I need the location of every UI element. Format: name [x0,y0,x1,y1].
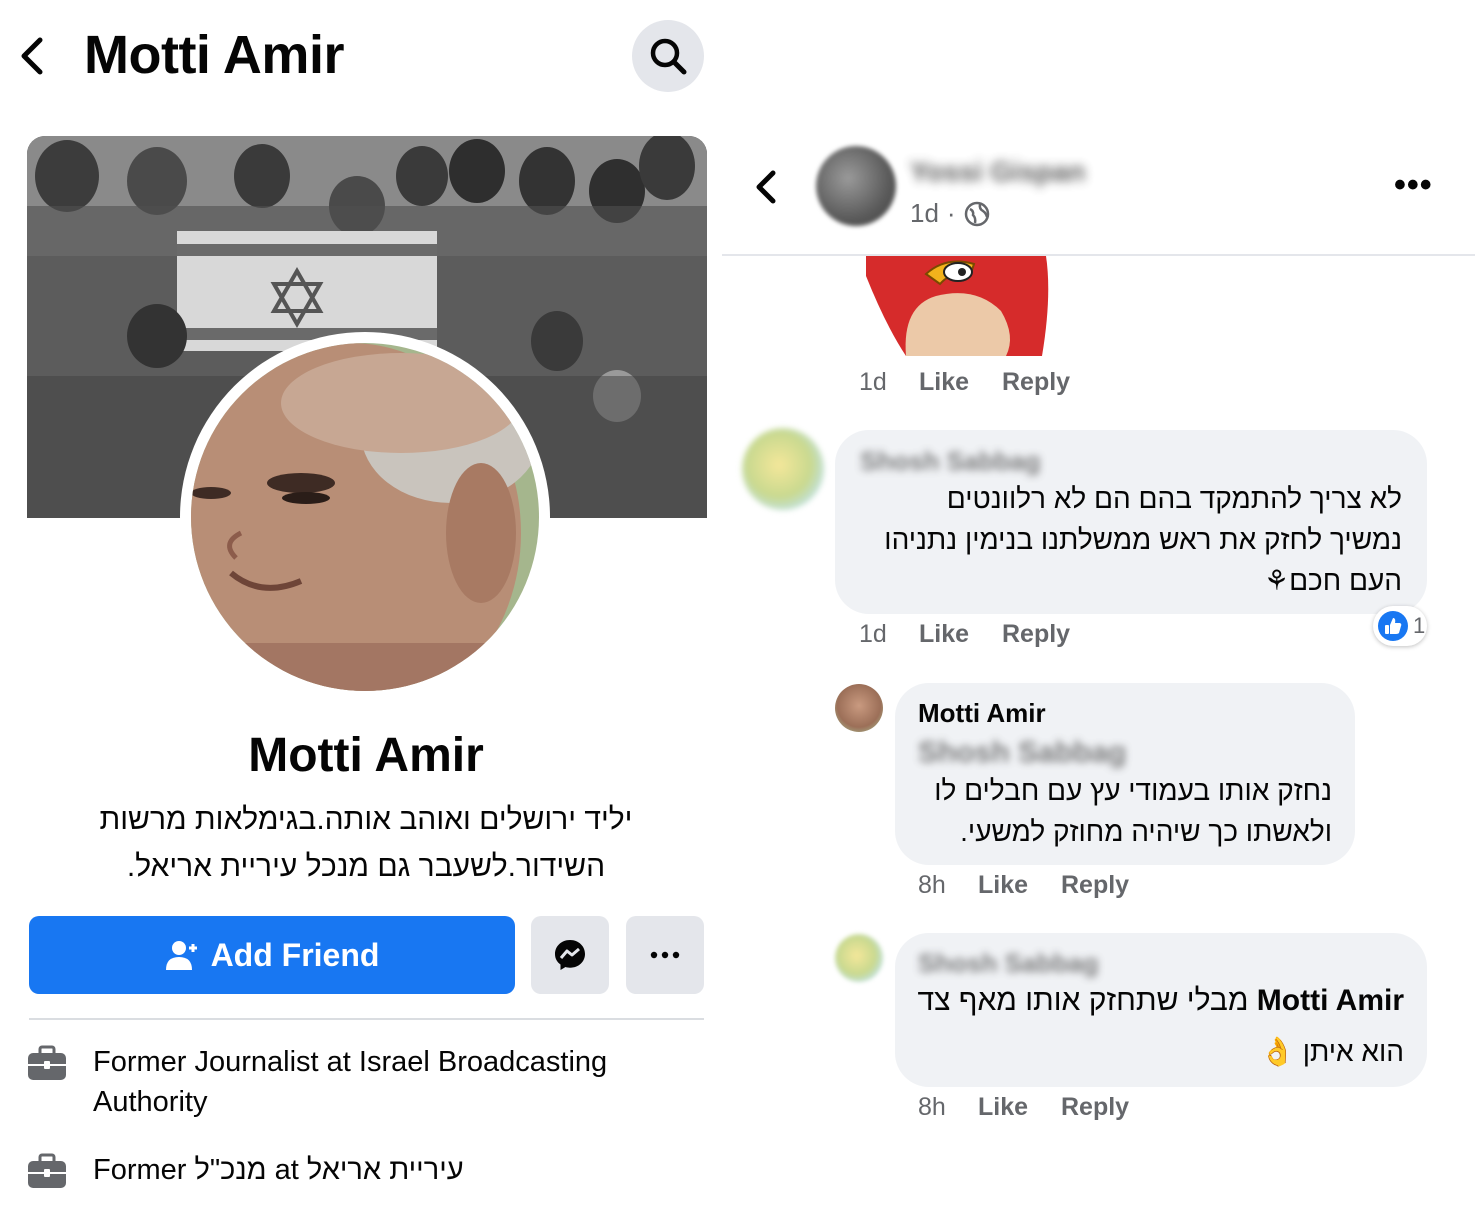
bio-line: יליד ירושלים ואוהב אותה.בגימלאות מרשות [99,803,633,836]
divider [722,254,1475,256]
work-text: Former Journalist at Israel Broadcasting [93,1046,608,1078]
post-author-name[interactable]: Yossi Gispan [910,156,1085,188]
reaction-count: 1 [1413,613,1426,638]
search-button[interactable] [632,20,704,92]
commenter-avatar[interactable] [835,684,883,732]
mention-tag[interactable]: Shosh Sabbag [918,736,1126,770]
add-friend-icon [165,941,197,970]
comment-line: ולאשתו כך שיהיה מחוזק למשעי. [960,816,1332,847]
briefcase-icon [28,1153,66,1188]
commenter-name[interactable]: Motti Amir [918,698,1046,729]
comment-time: 1d [859,368,887,396]
work-text: Former מנכ"ל at עיריית אריאל [93,1154,464,1186]
comment-actions: 1d Like Reply [859,368,1070,397]
comment-actions: 8h Like Reply [918,1093,1129,1122]
post-meta: 1d · [910,198,990,229]
messenger-icon [555,940,585,970]
bio-line: השידור.לשעבר גם מנכל עיריית אריאל. [126,850,606,883]
work-text: Authority [93,1086,208,1118]
divider [29,1018,704,1020]
comment-line: נמשיך לחזק את ראש ממשלתנו בנימין נתניהו [884,524,1402,555]
profile-bio: יליד ירושלים ואוהב אותה.בגימלאות מרשות ה… [60,796,672,890]
profile-name: Motti Amir [248,729,484,782]
add-friend-button[interactable]: Add Friend [29,916,515,994]
meta-separator: · [946,198,956,228]
commenter-avatar[interactable] [835,934,883,982]
page-title: Motti Amir [84,25,344,85]
comment-time: 1d [859,620,887,648]
comment-line: Motti Amir מבלי שתחזק אותו מאף צד [910,980,1404,1021]
like-button[interactable]: Like [978,1093,1061,1122]
comment-line: העם חכם⚘ [1263,565,1402,596]
comment-actions: 8h Like Reply [918,871,1129,900]
like-button[interactable]: Like [919,368,1002,397]
comment-text: לא צריך להתמקד בהם הם לא רלוונטים נמשיך … [850,478,1402,601]
comments-panel: Yossi Gispan 1d · ••• 1d Like Reply Shos… [722,0,1475,1224]
commenter-avatar[interactable] [742,428,824,510]
reply-button[interactable]: Reply [1061,871,1129,900]
comment-text: Motti Amir מבלי שתחזק אותו מאף צד הוא אי… [910,980,1404,1072]
mention-tag[interactable]: Motti Amir [1257,984,1404,1017]
add-friend-label: Add Friend [210,936,380,973]
profile-avatar[interactable] [191,343,539,691]
sticker-image [866,256,1052,360]
briefcase-icon [28,1045,66,1080]
like-button[interactable]: Like [978,871,1061,900]
ellipsis-icon [650,951,680,959]
back-arrow-icon[interactable] [754,170,778,204]
work-item: Former Journalist at Israel Broadcasting… [27,1042,607,1122]
back-arrow-icon[interactable] [18,36,48,76]
commenter-name[interactable]: Shosh Sabbag [918,948,1099,979]
reply-button[interactable]: Reply [1002,620,1070,649]
like-reaction-icon [1378,611,1408,641]
comment-line: לא צריך להתמקד בהם הם לא רלוונטים [946,483,1402,514]
post-time: 1d [910,198,939,228]
reaction-badge[interactable]: 1 [1373,606,1427,646]
comment-time: 8h [918,1093,946,1121]
post-author-avatar[interactable] [816,146,896,226]
comment-line-rest: מבלי שתחזק אותו מאף צד [917,984,1249,1017]
comment-line: נחזק אותו בעמודי עץ עם חבלים לו [934,775,1332,806]
more-options-button[interactable] [626,916,704,994]
like-button[interactable]: Like [919,620,1002,649]
search-icon [650,38,687,75]
comment-line: הוא איתן 👌 [1260,1036,1404,1067]
comment-text: נחזק אותו בעמודי עץ עם חבלים לו ולאשתו כ… [910,770,1332,852]
message-button[interactable] [531,916,609,994]
comment-time: 8h [918,871,946,899]
profile-panel: Motti Amir Motti Amir יליד ירושלים ואוהב… [0,0,722,1224]
globe-icon [964,201,989,226]
reply-button[interactable]: Reply [1061,1093,1129,1122]
work-item: Former מנכ"ל at עיריית אריאל [27,1150,464,1192]
commenter-name[interactable]: Shosh Sabbag [860,446,1041,477]
post-more-button[interactable]: ••• [1394,166,1433,205]
reply-button[interactable]: Reply [1002,368,1070,397]
comment-actions: 1d Like Reply [859,620,1070,649]
